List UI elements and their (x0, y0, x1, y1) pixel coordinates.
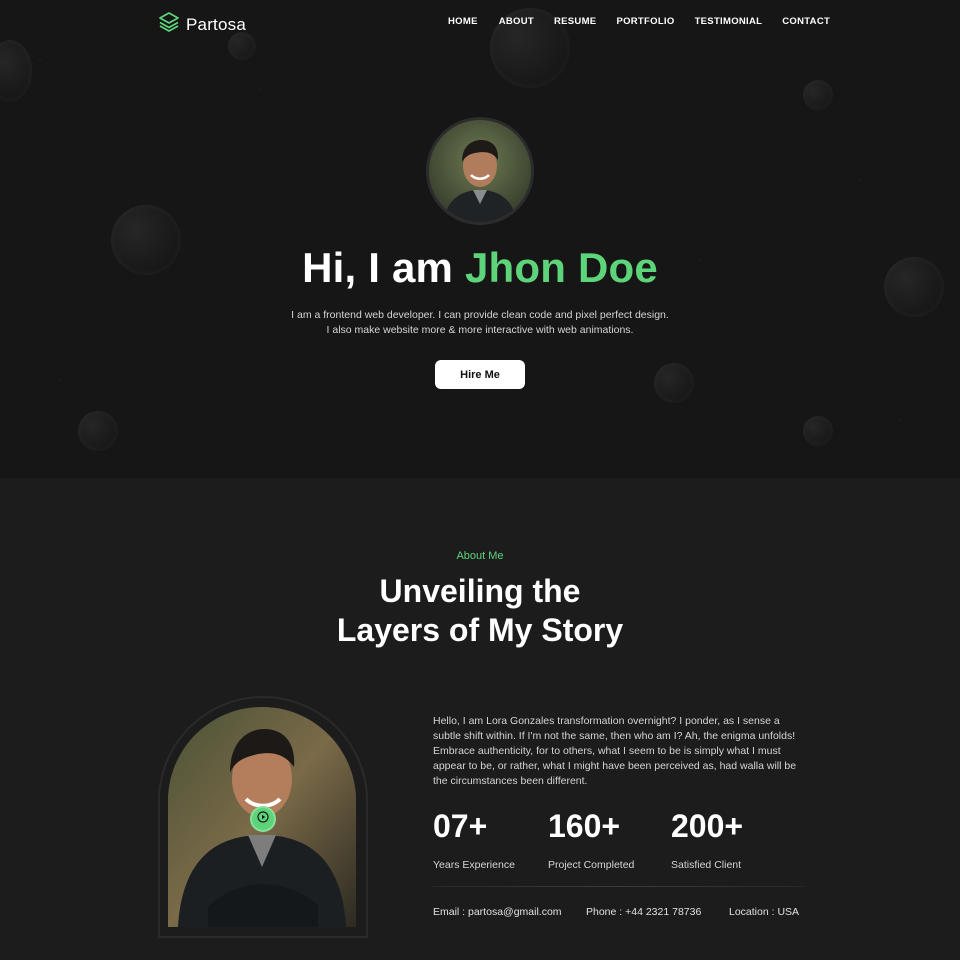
play-icon (257, 810, 269, 828)
nav-link-testimonial[interactable]: TESTIMONIAL (695, 16, 763, 27)
about-title-line: Layers of My Story (336, 612, 624, 648)
main-menu: HOME ABOUT RESUME PORTFOLIO TESTIMONIAL … (448, 16, 830, 27)
divider (433, 886, 803, 887)
nav-link-contact[interactable]: CONTACT (782, 16, 830, 27)
hero-title-name: Jhon Doe (464, 244, 658, 291)
stat-value: 160+ (548, 808, 621, 844)
brand-logo[interactable]: Partosa (158, 11, 246, 38)
layers-icon (158, 11, 180, 38)
stat-years-experience: 07+ Years Experience (433, 808, 515, 871)
stat-label: Years Experience (433, 859, 515, 871)
hero-description-line: I am a frontend web developer. I can pro… (291, 309, 669, 321)
decorative-bubble (803, 80, 833, 110)
about-title-line: Unveiling the (379, 573, 581, 609)
nav-link-portfolio[interactable]: PORTFOLIO (616, 16, 674, 27)
hero-description: I am a frontend web developer. I can pro… (0, 308, 960, 338)
about-section: About Me Unveiling the Layers of My Stor… (0, 478, 960, 960)
stat-satisfied-clients: 200+ Satisfied Client (671, 808, 743, 871)
contact-email[interactable]: Email : partosa@gmail.com (433, 906, 562, 918)
about-title: Unveiling the Layers of My Story (0, 572, 960, 650)
about-bio: Hello, I am Lora Gonzales transformation… (433, 715, 797, 787)
contact-phone[interactable]: Phone : +44 2321 78736 (586, 906, 701, 918)
contact-location: Location : USA (729, 906, 800, 918)
stat-projects-completed: 160+ Project Completed (548, 808, 634, 871)
decorative-bubble (654, 363, 694, 403)
hero-title: Hi, I am Jhon Doe (0, 244, 960, 292)
decorative-bubble (78, 411, 118, 451)
hero-description-line: I also make website more & more interact… (326, 324, 634, 336)
stat-label: Satisfied Client (671, 859, 742, 871)
decorative-bubble (0, 40, 32, 102)
nav-link-resume[interactable]: RESUME (554, 16, 596, 27)
nav-link-home[interactable]: HOME (448, 16, 478, 27)
nav-link-about[interactable]: ABOUT (499, 16, 534, 27)
stat-label: Project Completed (548, 859, 635, 871)
hero-title-prefix: Hi, I am (302, 244, 465, 291)
about-kicker: About Me (456, 550, 504, 562)
decorative-bubble (803, 416, 833, 446)
top-navigation: Partosa HOME ABOUT RESUME PORTFOLIO TEST… (0, 0, 960, 44)
stat-value: 07+ (433, 808, 488, 844)
hero-avatar (426, 117, 534, 225)
brand-name: Partosa (186, 14, 246, 34)
play-video-button[interactable] (250, 806, 276, 832)
stat-value: 200+ (671, 808, 744, 844)
hero-section: Partosa HOME ABOUT RESUME PORTFOLIO TEST… (0, 0, 960, 478)
hire-me-button[interactable]: Hire Me (435, 360, 525, 389)
